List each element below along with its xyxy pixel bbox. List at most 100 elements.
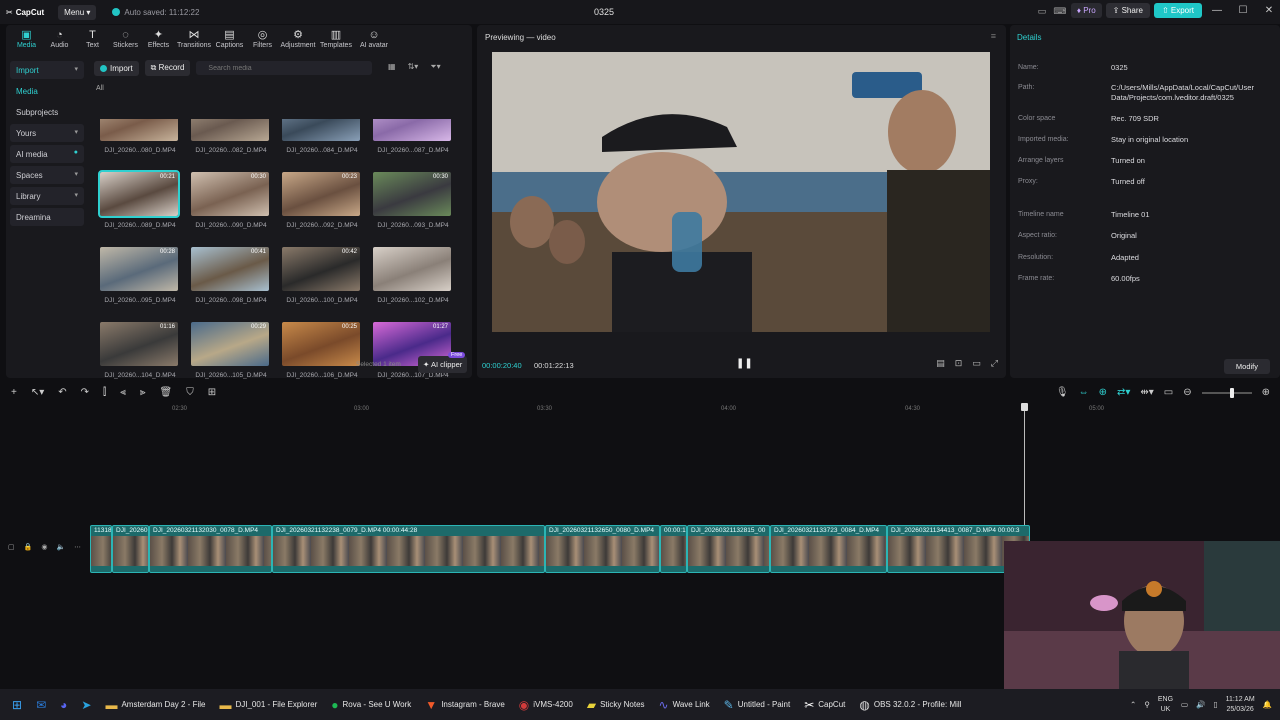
close-icon[interactable]: ✕ xyxy=(1258,5,1280,16)
media-clip[interactable]: 00:41 DJI_20260...098_D.MP4 xyxy=(191,247,271,304)
clip-thumbnail[interactable] xyxy=(191,119,269,141)
ratio-icon[interactable]: ▤ xyxy=(936,358,945,369)
video-preview[interactable] xyxy=(492,52,990,332)
media-clip[interactable]: 00:29 DJI_20260...105_D.MP4 xyxy=(191,322,271,379)
share-button[interactable]: ⇪ Share xyxy=(1105,3,1150,18)
split-left-icon[interactable]: ⫷ xyxy=(120,387,126,398)
audio-icon[interactable]: 🔈 xyxy=(56,543,65,551)
tab-captions[interactable]: ▤ Captions xyxy=(213,27,246,49)
ai-clipper-button[interactable]: ✦ AI clipper xyxy=(418,356,468,373)
tab-text[interactable]: T Text xyxy=(76,27,109,49)
screenshot-icon[interactable]: ⊡ xyxy=(955,358,963,369)
timeline-clip[interactable]: DJI_20260321132238_0079_D.MP4 00:00:44:2… xyxy=(272,525,545,573)
split-icon[interactable]: ⫿ xyxy=(103,387,106,398)
timeline-clip[interactable]: 00:00:1 xyxy=(660,525,687,573)
lock-icon[interactable]: 🔒 xyxy=(24,543,33,551)
clip-thumbnail[interactable]: 01:16 xyxy=(100,322,178,366)
crop-icon[interactable]: ⊞ xyxy=(208,387,216,398)
media-clip[interactable]: 00:28 DJI_20260...095_D.MP4 xyxy=(100,247,180,304)
export-button[interactable]: ⇧ Export xyxy=(1153,3,1202,18)
eye-icon[interactable]: ◉ xyxy=(41,543,47,551)
timeline-clip[interactable]: DJI_20260321132030_0078_D.MP4 xyxy=(149,525,272,573)
all-filter[interactable]: All xyxy=(96,85,104,92)
zoom-knob[interactable] xyxy=(1229,387,1234,398)
clip-thumbnail[interactable] xyxy=(100,119,178,141)
clip-thumbnail[interactable]: 00:29 xyxy=(191,322,269,366)
media-clip[interactable]: 00:23 DJI_20260...092_D.MP4 xyxy=(282,172,362,229)
media-clip[interactable]: 00:42 DJI_20260...100_D.MP4 xyxy=(282,247,362,304)
timeline-clip[interactable]: DJI_20260321132650_0080_D.MP4 xyxy=(545,525,660,573)
preview-axis-icon[interactable]: ⇹▾ xyxy=(1140,387,1153,398)
battery-icon[interactable]: ▯ xyxy=(1213,700,1217,709)
taskbar-app-telegram[interactable]: ➤ xyxy=(81,689,91,720)
preview-menu-icon[interactable]: ≡ xyxy=(991,31,996,41)
nav-item-dreamina[interactable]: Dreamina xyxy=(10,208,84,226)
nav-item-ai-media[interactable]: AI media ● xyxy=(10,145,84,163)
network-icon[interactable]: ▭ xyxy=(1181,700,1188,709)
tab-transitions[interactable]: ⋈ Transitions xyxy=(175,27,213,49)
sort-icon[interactable]: ⇅▾ xyxy=(408,62,419,72)
timeline-clip[interactable]: 1131829 xyxy=(90,525,112,573)
media-clip[interactable]: 00:21 DJI_20260...089_D.MP4 xyxy=(98,170,180,229)
caption-icon[interactable]: ▭ xyxy=(1164,387,1173,398)
keyboard-icon[interactable]: ⌨ xyxy=(1053,4,1067,18)
nav-item-library[interactable]: Library ▾ xyxy=(10,187,84,205)
tab-media[interactable]: ▣ Media xyxy=(10,27,43,49)
taskbar-app-folder[interactable]: ▬ Amsterdam Day 2 - File xyxy=(105,689,205,720)
media-clip[interactable]: 00:25 DJI_20260...106_D.MP4 xyxy=(282,322,362,379)
taskbar-app-discord[interactable]: ◕ xyxy=(60,689,67,720)
taskbar-app-sticky-notes[interactable]: ▰ Sticky Notes xyxy=(587,689,645,720)
zoom-out-icon[interactable]: ⊖ xyxy=(1183,387,1191,398)
taskbar-app-obs[interactable]: ◍ OBS 32.0.2 - Profile: Mill xyxy=(859,689,961,720)
taskbar-app-folder[interactable]: ▬ DJI_001 - File Explorer xyxy=(219,689,317,720)
link-icon[interactable]: ⇔ xyxy=(1079,387,1089,398)
microphone-icon[interactable]: 🎙 xyxy=(1056,387,1069,398)
zoom-in-icon[interactable]: ⊕ xyxy=(1262,387,1270,398)
taskbar-app-brave[interactable]: ▼ Instagram - Brave xyxy=(425,689,504,720)
media-clip[interactable]: 01:16 DJI_20260...104_D.MP4 xyxy=(100,322,180,379)
timeline-clip[interactable]: DJI_20260321132815_00 xyxy=(687,525,770,573)
cover-icon[interactable]: ▢ xyxy=(8,543,15,551)
link-clips-icon[interactable]: ⇄▾ xyxy=(1117,387,1130,398)
search-input[interactable] xyxy=(196,61,373,75)
taskbar-app-ivms[interactable]: ◉ iVMS-4200 xyxy=(519,689,573,720)
layout-icon[interactable]: ▭ xyxy=(1035,4,1049,18)
tab-stickers[interactable]: ◌ Stickers xyxy=(109,27,142,49)
menu-button[interactable]: Menu ▾ xyxy=(58,4,97,20)
nav-item-yours[interactable]: Yours ▾ xyxy=(10,124,84,142)
media-clip[interactable]: 00:30 DJI_20260...090_D.MP4 xyxy=(191,172,271,229)
fullscreen-icon[interactable]: ⤢ xyxy=(991,358,998,369)
add-icon[interactable]: + xyxy=(11,387,17,398)
pause-icon[interactable]: ❚❚ xyxy=(736,358,753,369)
clip-thumbnail[interactable] xyxy=(373,119,451,141)
shield-icon[interactable]: ⛉ xyxy=(186,387,194,398)
media-clip[interactable]: DJI_20260...082_D.MP4 xyxy=(191,119,271,154)
tab-ai-avatar[interactable]: ☺ AI avatar xyxy=(355,27,393,49)
import-button[interactable]: Import xyxy=(94,60,139,76)
clip-thumbnail[interactable]: 00:28 xyxy=(100,247,178,291)
taskbar-app-capcut[interactable]: ✂ CapCut xyxy=(804,689,845,720)
modify-button[interactable]: Modify xyxy=(1223,359,1270,374)
taskbar-app-wave-link[interactable]: ∿ Wave Link xyxy=(659,689,710,720)
pro-button[interactable]: ♦ Pro xyxy=(1070,3,1102,18)
media-clip[interactable]: 00:30 DJI_20260...093_D.MP4 xyxy=(373,172,453,229)
magnet-icon[interactable]: ⊕ xyxy=(1099,387,1107,398)
clip-thumbnail[interactable]: 00:23 xyxy=(282,172,360,216)
zoom-slider[interactable] xyxy=(1201,387,1252,398)
grid-view-icon[interactable]: ▦ xyxy=(388,62,396,72)
split-right-icon[interactable]: ⫸ xyxy=(140,387,146,398)
minimize-icon[interactable]: — xyxy=(1206,5,1228,16)
clip-thumbnail[interactable] xyxy=(373,247,451,291)
more-icon[interactable]: ⋯ xyxy=(74,543,81,551)
media-clip[interactable]: DJI_20260...102_D.MP4 xyxy=(373,247,453,304)
tab-filters[interactable]: ◎ Filters xyxy=(246,27,279,49)
chevron-up-icon[interactable]: ⌃ xyxy=(1130,700,1136,709)
clock[interactable]: 11:12 AM 25/03/26 xyxy=(1226,695,1255,715)
tab-audio[interactable]: ◔ Audio xyxy=(43,27,76,49)
language-indicator[interactable]: ENG UK xyxy=(1158,695,1173,715)
nav-item-spaces[interactable]: Spaces ▾ xyxy=(10,166,84,184)
media-clip[interactable]: DJI_20260...087_D.MP4 xyxy=(373,119,453,154)
media-clip[interactable]: DJI_20260...084_D.MP4 xyxy=(282,119,362,154)
clip-thumbnail[interactable]: 00:42 xyxy=(282,247,360,291)
clip-thumbnail[interactable]: 00:30 xyxy=(373,172,451,216)
